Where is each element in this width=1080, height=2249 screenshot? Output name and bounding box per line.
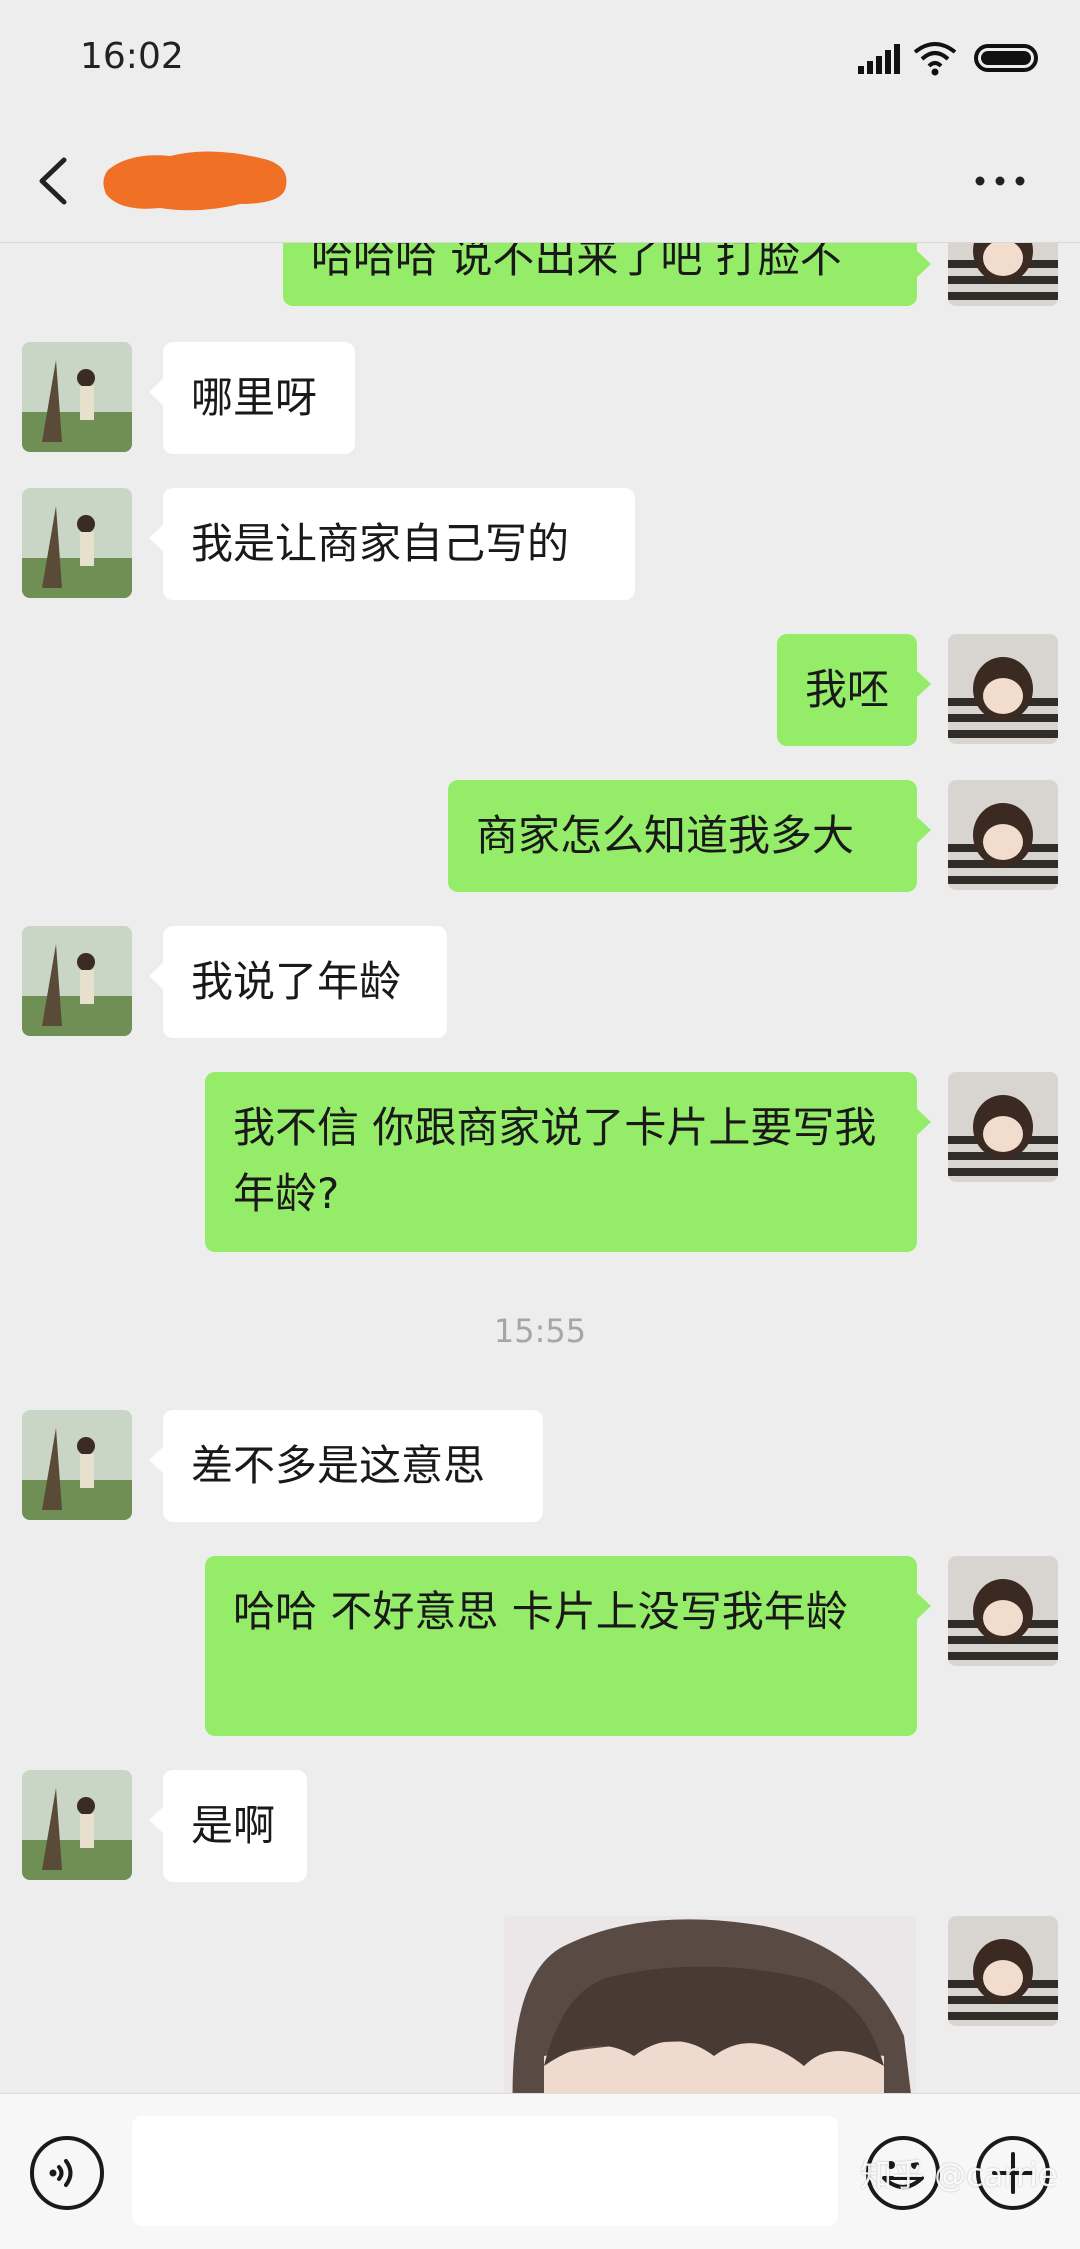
contact-avatar[interactable] [22, 1770, 132, 1880]
contact-avatar[interactable] [22, 488, 132, 598]
message-timestamp: 15:55 [493, 1312, 587, 1350]
message-bubble-other[interactable]: 我说了年龄 [149, 926, 447, 1038]
self-avatar[interactable] [948, 634, 1058, 744]
watermark: 知乎 @carrie [860, 2156, 1058, 2194]
chat-header [0, 120, 1080, 243]
status-bar: 16:02 [0, 0, 1080, 120]
contact-name-redacted [103, 151, 287, 211]
image-message[interactable] [504, 1916, 916, 2093]
contact-avatar[interactable] [22, 1410, 132, 1520]
message-bubble-other[interactable]: 我是让商家自己写的 [149, 488, 635, 600]
signal-icon [858, 44, 900, 74]
battery-icon [974, 44, 1038, 72]
contact-avatar[interactable] [22, 926, 132, 1036]
message-bubble-other[interactable]: 是啊 [149, 1770, 307, 1882]
message-bubble-self[interactable]: 我不信 你跟商家说了卡片上要写我年龄? [205, 1072, 931, 1252]
wifi-icon [913, 42, 957, 76]
message-bubble-other[interactable]: 差不多是这意思 [149, 1410, 543, 1522]
message-bubble-other[interactable]: 哪里呀 [149, 342, 355, 454]
status-time: 16:02 [80, 36, 184, 77]
message-bubble-self[interactable]: 哈哈哈 说不出来了吧 打脸不 [283, 243, 931, 306]
self-avatar[interactable] [948, 1556, 1058, 1666]
voice-input-icon[interactable] [28, 2134, 106, 2212]
contact-avatar[interactable] [22, 342, 132, 452]
more-options-icon[interactable] [970, 168, 1030, 194]
message-bubble-self[interactable]: 我呸 [777, 634, 931, 746]
self-avatar[interactable] [948, 243, 1058, 306]
back-arrow-icon[interactable] [30, 146, 90, 216]
self-avatar[interactable] [948, 1916, 1058, 2026]
message-list[interactable]: 哈哈哈 说不出来了吧 打脸不 哪里呀 我是让商家自己写的 我呸 商家怎么知道我多… [0, 243, 1080, 2093]
self-avatar[interactable] [948, 1072, 1058, 1182]
self-avatar[interactable] [948, 780, 1058, 890]
message-bubble-self[interactable]: 哈哈 不好意思 卡片上没写我年龄 [205, 1556, 931, 1736]
message-bubble-self[interactable]: 商家怎么知道我多大 [448, 780, 931, 892]
message-input[interactable] [132, 2116, 838, 2226]
